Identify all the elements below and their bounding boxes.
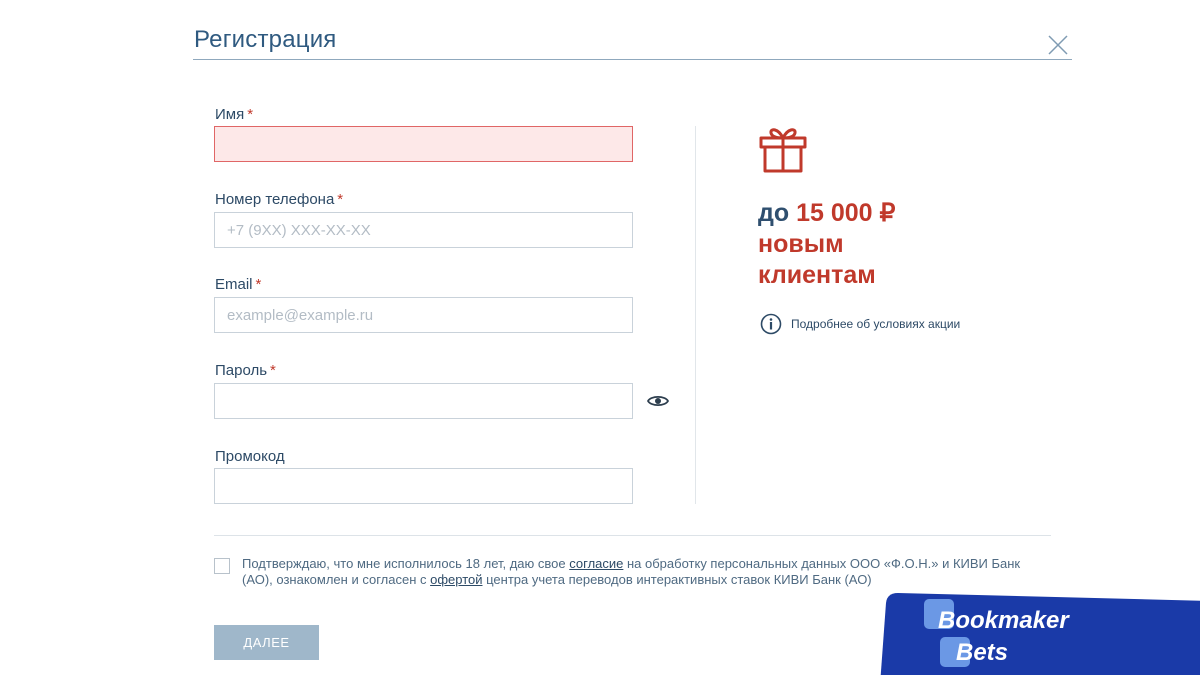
phone-label-text: Номер телефона — [215, 191, 335, 208]
password-field[interactable] — [214, 383, 633, 419]
logo-line-2: Bets — [956, 639, 1008, 666]
email-label-text: Email — [215, 276, 253, 293]
title-divider — [193, 59, 1072, 60]
bookmaker-bets-logo: Bookmaker Bets — [880, 593, 1200, 675]
close-icon[interactable] — [1046, 33, 1070, 57]
consent-text: Подтверждаю, что мне исполнилось 18 лет,… — [242, 556, 1042, 588]
form-divider — [214, 535, 1051, 536]
required-mark: * — [255, 276, 262, 293]
bonus-line-3: клиентам — [758, 261, 876, 289]
phone-label: Номер телефона * — [215, 191, 343, 208]
eye-icon[interactable] — [647, 392, 669, 410]
promo-label: Промокод — [215, 448, 285, 465]
next-button[interactable]: ДАЛЕЕ — [214, 625, 319, 660]
bonus-headline: до 15 000 ₽ новым клиентам — [758, 198, 895, 291]
consent-text-3: центра учета переводов интерактивных ста… — [482, 572, 872, 587]
password-label: Пароль * — [215, 362, 276, 379]
promo-terms-text: Подробнее об условиях акции — [791, 317, 961, 331]
consent-text-1: Подтверждаю, что мне исполнилось 18 лет,… — [242, 556, 570, 571]
required-mark: * — [247, 106, 254, 123]
name-label-text: Имя — [215, 106, 245, 123]
bonus-amount: 15 000 ₽ — [796, 199, 896, 227]
consent-link[interactable]: согласие — [569, 556, 623, 571]
email-label: Email * — [215, 276, 261, 293]
consent-checkbox[interactable] — [214, 558, 230, 574]
gift-icon — [759, 128, 807, 173]
promo-code-field[interactable] — [214, 468, 633, 504]
name-label: Имя * — [215, 106, 253, 123]
offer-link[interactable]: офертой — [430, 572, 482, 587]
promo-label-text: Промокод — [215, 448, 285, 465]
phone-field[interactable] — [214, 212, 633, 248]
bonus-prefix: до — [758, 199, 790, 227]
info-icon — [760, 313, 782, 335]
required-mark: * — [270, 362, 276, 379]
email-field[interactable] — [214, 297, 633, 333]
column-divider — [695, 126, 696, 504]
required-mark: * — [337, 191, 344, 208]
name-field[interactable] — [214, 126, 633, 162]
bonus-line-2: новым — [758, 230, 844, 258]
logo-line-1: Bookmaker — [938, 607, 1070, 634]
promo-terms-link[interactable]: Подробнее об условиях акции — [760, 313, 960, 335]
password-label-text: Пароль — [215, 362, 268, 379]
bonus-line-1: до 15 000 ₽ — [758, 198, 895, 229]
page-title: Регистрация — [194, 26, 337, 53]
